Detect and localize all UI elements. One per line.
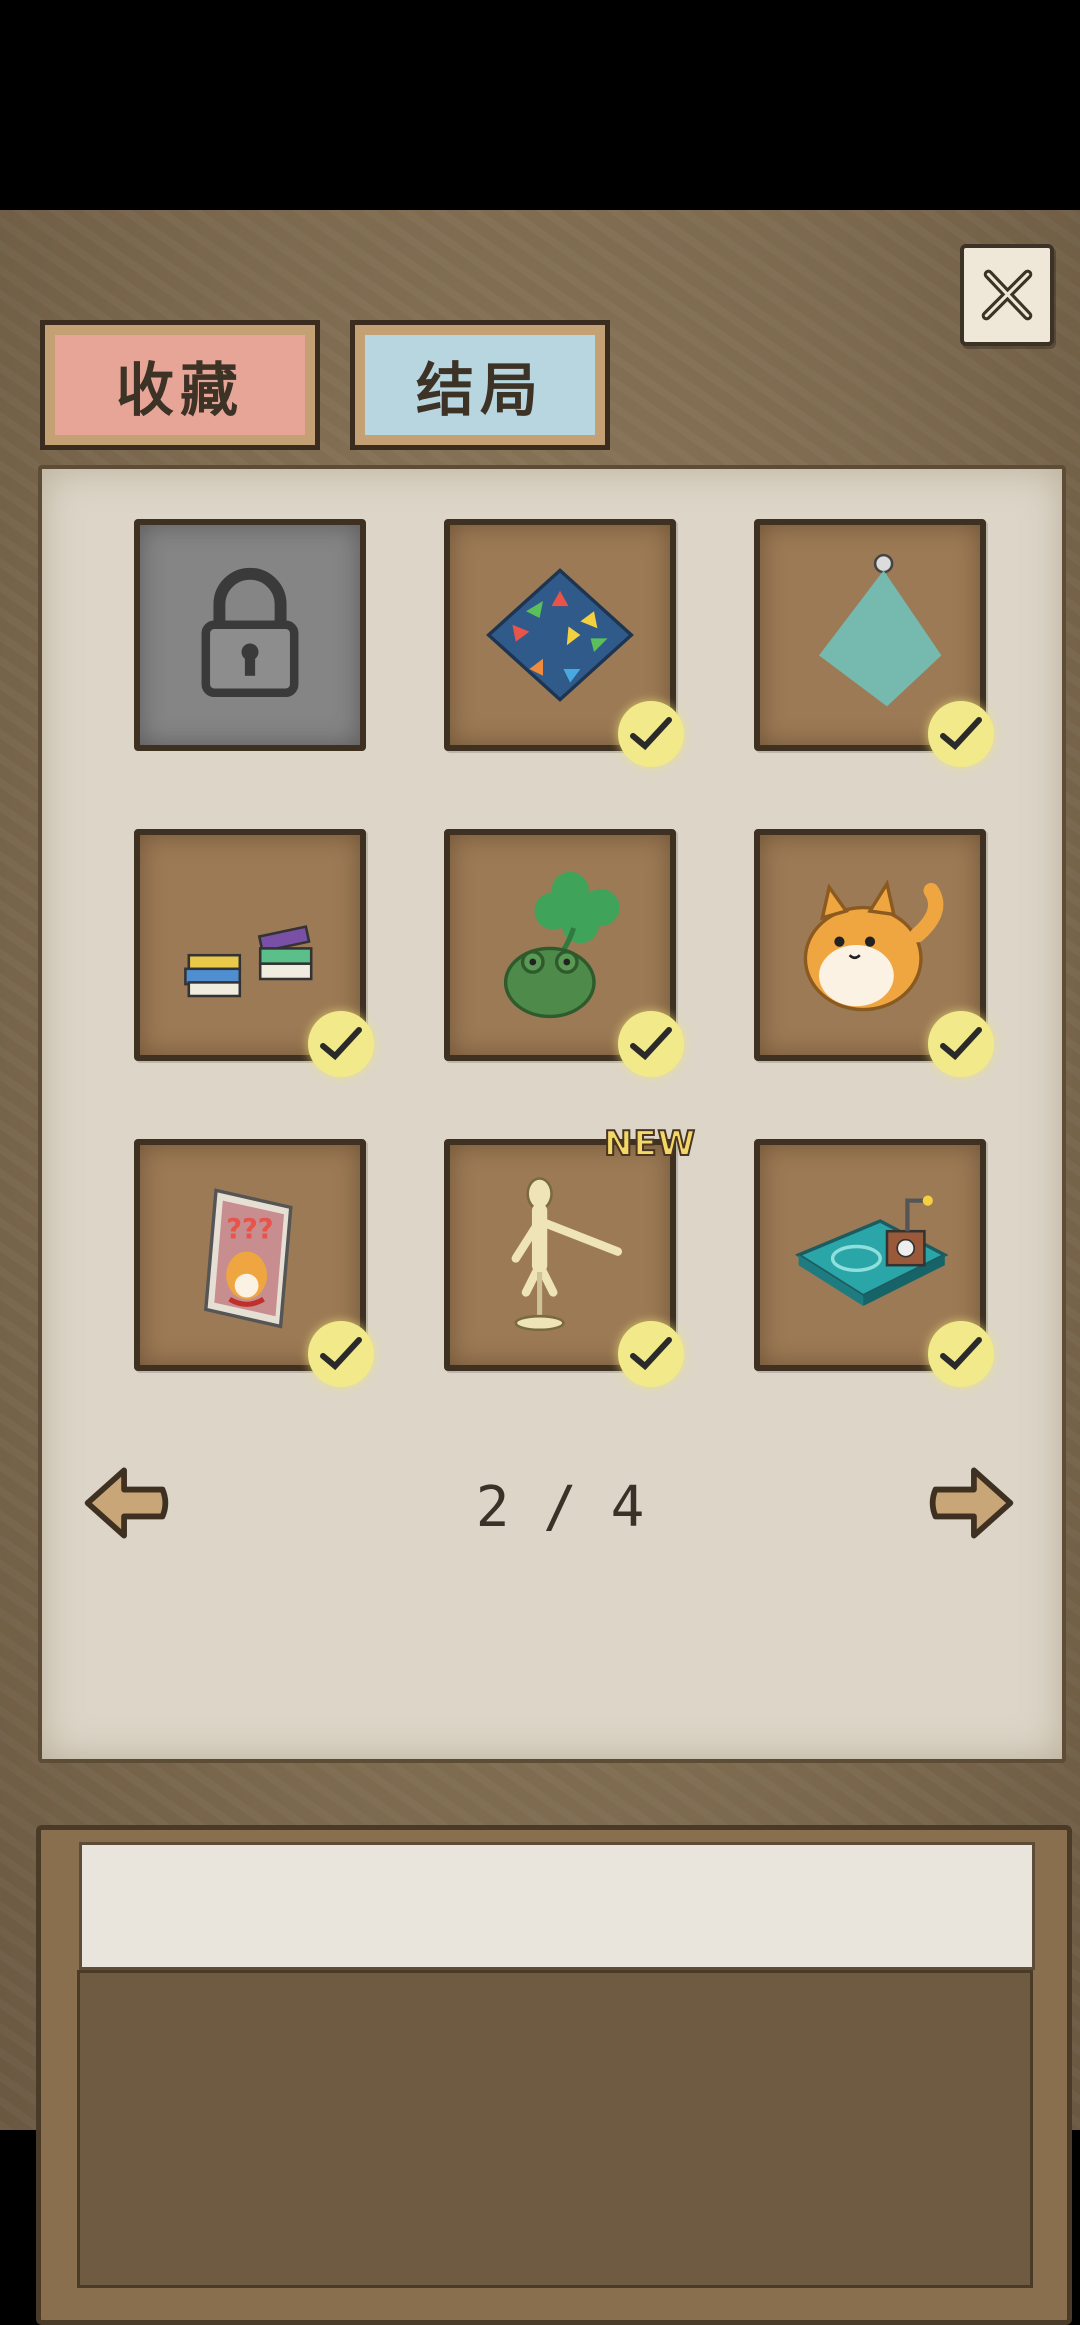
page-indicator: 2 / 4 (475, 1475, 645, 1540)
tab-collection[interactable]: 收藏 (40, 320, 320, 450)
collected-check-icon (928, 1011, 994, 1077)
shiba-icon (803, 879, 944, 1012)
collected-check-icon (618, 701, 684, 767)
close-button[interactable] (960, 244, 1054, 346)
collection-screen: 收藏 结局 ??? NEW 2 / 4 (0, 210, 1080, 2325)
books-icon (184, 925, 313, 998)
lock-icon (201, 567, 299, 698)
item-title-paper (79, 1842, 1035, 1970)
collection-panel: ??? NEW (38, 465, 1066, 1763)
collected-check-icon (928, 701, 994, 767)
tab-collection-label: 收藏 (115, 356, 244, 424)
collected-check-icon (618, 1321, 684, 1387)
arrow-mat-icon (486, 568, 634, 702)
mannequin-icon (511, 1177, 623, 1332)
svg-text:???: ??? (226, 1214, 273, 1245)
item-description-frame (36, 1825, 1072, 2325)
prev-page-arrow-icon[interactable] (78, 1455, 174, 1551)
collection-slot-locked[interactable] (134, 519, 366, 751)
close-icon (981, 269, 1033, 321)
new-badge: NEW (603, 1123, 697, 1165)
device-icon (794, 1195, 949, 1306)
collected-check-icon (308, 1011, 374, 1077)
frog-clover-icon (503, 871, 620, 1019)
collected-check-icon (618, 1011, 684, 1077)
collected-check-icon (308, 1321, 374, 1387)
spotlight-icon (819, 553, 942, 707)
collected-check-icon (928, 1321, 994, 1387)
tab-endings[interactable]: 结局 (350, 320, 610, 450)
next-page-arrow-icon[interactable] (924, 1455, 1020, 1551)
poster-icon: ??? (203, 1188, 293, 1329)
tab-endings-label: 结局 (415, 356, 544, 424)
item-description-box (77, 1970, 1033, 2288)
